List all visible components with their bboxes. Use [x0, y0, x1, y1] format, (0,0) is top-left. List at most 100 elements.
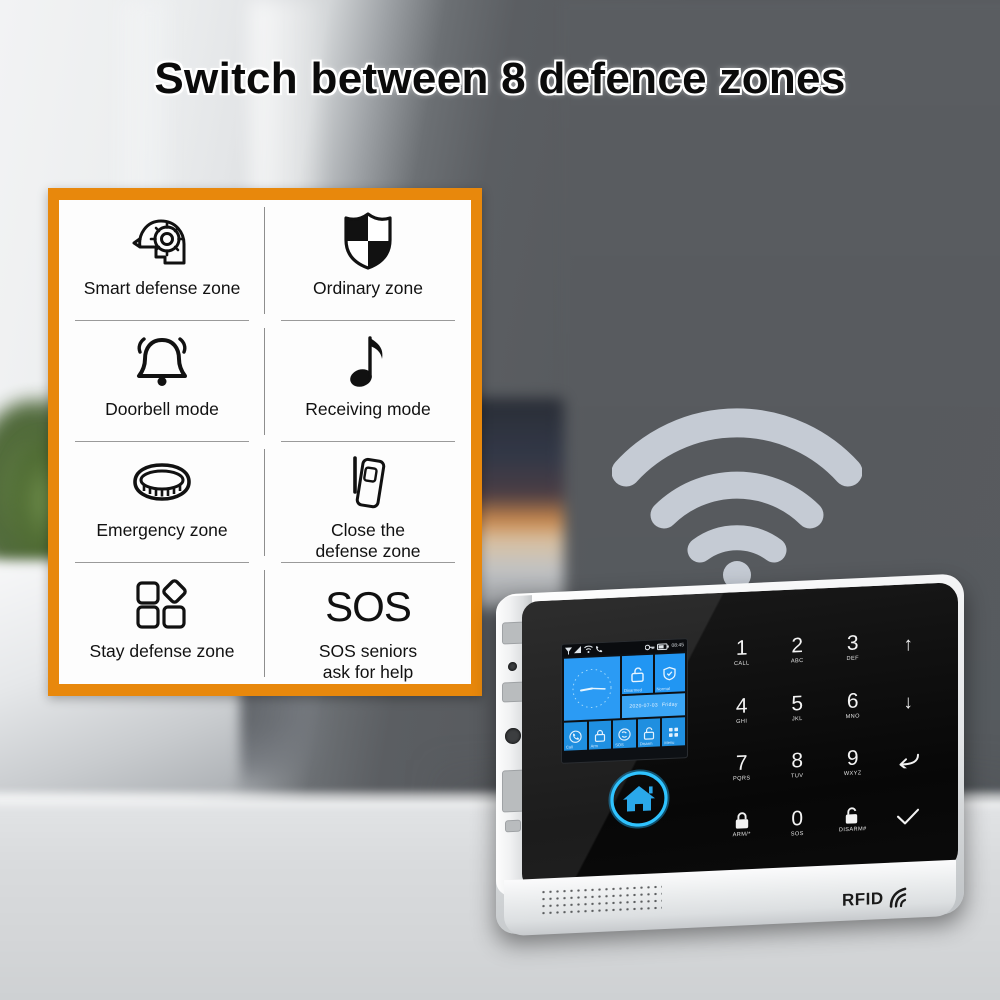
lcd-weekday: Friday [661, 701, 678, 709]
home-button[interactable] [604, 764, 674, 833]
key-number: 2 [791, 634, 804, 658]
feature-label: Ordinary zone [313, 278, 423, 298]
key-number: 0 [791, 806, 804, 831]
arrow-up-icon: ↑ [903, 634, 914, 656]
feature-cell-stay-defense-zone[interactable]: Stay defense zone [59, 563, 265, 684]
key-confirm[interactable] [881, 787, 937, 847]
ringing-bell-icon [132, 331, 192, 393]
phone-icon [569, 730, 582, 743]
lcd-tile-normal[interactable]: Normal [654, 653, 685, 693]
lcd-button-call[interactable]: Call [564, 721, 587, 751]
key-icon [645, 644, 655, 650]
key-9[interactable]: 9 WXYZ [825, 732, 881, 792]
lcd-button-disarm[interactable]: Disarm [637, 718, 661, 748]
arrow-down-icon: ↓ [903, 691, 914, 714]
key-arm[interactable]: ARM/* [714, 795, 770, 855]
feature-cell-sos-seniors[interactable]: SOS SOS seniors ask for help [265, 563, 471, 684]
shield-icon [342, 210, 394, 272]
lcd-screen[interactable]: 08:45 Disarmed Normal 2020-07-03 Friday … [562, 639, 687, 763]
key-back[interactable] [881, 730, 937, 790]
key-5[interactable]: 5 JKL [770, 678, 826, 738]
feature-cell-emergency-zone[interactable]: Emergency zone [59, 442, 265, 563]
key-8[interactable]: 8 TUV [770, 735, 826, 795]
lcd-button-label: Menu [664, 739, 675, 746]
key-sublabel: GHI [736, 718, 748, 725]
rfid-label: RFID [842, 888, 884, 910]
feature-cell-ordinary-zone[interactable]: Ordinary zone [265, 200, 471, 321]
key-sublabel: PQRS [733, 775, 751, 783]
lock-closed-icon [735, 812, 748, 829]
key-sublabel: WXYZ [843, 770, 862, 778]
remote-control-icon [346, 452, 390, 514]
rfid-area[interactable]: RFID [842, 877, 962, 918]
key-sublabel: ARM/* [732, 831, 751, 839]
side-switch[interactable] [505, 819, 521, 833]
wifi-signal-icon [611, 400, 863, 590]
menu-grid-icon [669, 727, 679, 737]
lcd-clock-tile[interactable] [564, 656, 620, 721]
bars-icon [574, 645, 581, 654]
lcd-date-tile[interactable]: 2020-07-03 Friday [622, 693, 685, 719]
analog-clock-icon [572, 668, 612, 708]
home-icon [608, 769, 670, 829]
key-sublabel: DISARM# [838, 826, 867, 834]
lcd-button-arm[interactable]: Arm [588, 720, 612, 750]
rfid-waves-icon [889, 887, 906, 908]
feature-label: Receiving mode [305, 399, 431, 419]
phone-icon [595, 646, 603, 653]
lcd-button-menu[interactable]: Menu [662, 717, 685, 747]
key-7[interactable]: 7 PQRS [714, 738, 770, 798]
sos-text-icon: SOS [325, 573, 412, 635]
speaker-grill [540, 883, 662, 917]
key-1[interactable]: 1 CALL [714, 623, 770, 683]
key-disarm[interactable]: DISARM# [825, 790, 881, 850]
lcd-tile-disarmed[interactable]: Disarmed [622, 654, 653, 695]
back-arrow-icon [899, 753, 920, 769]
key-sublabel: JKL [791, 715, 803, 723]
key-number: 6 [846, 689, 859, 713]
feature-grid: Smart defense zone Ordinary zone Doorbel… [59, 200, 471, 684]
page-title: Switch between 8 defence zones [154, 54, 846, 103]
lock-open-icon [631, 666, 644, 682]
key-down[interactable]: ↓ [881, 672, 937, 732]
lcd-date: 2020-07-03 [629, 702, 658, 710]
feature-cell-close-defense-zone[interactable]: Close the defense zone [265, 442, 471, 563]
key-number: 5 [791, 691, 804, 716]
keypad[interactable]: 1 CALL 2 ABC 3 DEF ↑ 4 GHI 5 JKL 6 MNO ↓… [714, 615, 936, 855]
lock-open-icon [846, 807, 858, 824]
smoke-detector-icon [131, 452, 193, 514]
feature-cell-receiving-mode[interactable]: Receiving mode [265, 321, 471, 442]
key-3[interactable]: 3 DEF [825, 617, 881, 677]
key-sublabel: TUV [791, 773, 804, 780]
feature-card: Smart defense zone Ordinary zone Doorbel… [48, 188, 482, 696]
key-6[interactable]: 6 MNO [825, 675, 881, 735]
lcd-button-label: SOS [615, 742, 624, 748]
sos-big-text: SOS [325, 583, 412, 630]
feature-label: SOS seniors ask for help [318, 641, 418, 682]
lcd-tile-label: Disarmed [624, 687, 642, 694]
key-sublabel: SOS [790, 830, 804, 838]
feature-cell-doorbell-mode[interactable]: Doorbell mode [59, 321, 265, 442]
key-sublabel: ABC [790, 658, 804, 665]
head-gear-icon [132, 210, 192, 272]
key-0[interactable]: 0 SOS [770, 793, 826, 853]
key-4[interactable]: 4 GHI [714, 680, 770, 740]
screenshot-stage: Switch between 8 defence zones Smart def… [0, 0, 1000, 1000]
key-sublabel: CALL [733, 660, 750, 668]
key-up[interactable]: ↑ [881, 615, 937, 675]
feature-cell-smart-defense-zone[interactable]: Smart defense zone [59, 200, 265, 321]
key-number: 8 [791, 749, 804, 773]
key-number: 7 [735, 751, 748, 776]
key-sublabel: MNO [845, 713, 860, 720]
key-sublabel: DEF [846, 655, 859, 663]
key-number: 9 [846, 746, 859, 771]
wifi-icon [584, 645, 593, 654]
lcd-button-sos[interactable]: SOS [613, 719, 636, 749]
lcd-time: 08:45 [671, 642, 684, 649]
sos-icon [618, 727, 631, 741]
feature-label: Emergency zone [96, 520, 228, 540]
feature-label: Close the defense zone [315, 520, 421, 561]
key-2[interactable]: 2 ABC [770, 620, 826, 680]
key-number: 4 [735, 694, 748, 718]
lcd-tile-grid: Disarmed Normal 2020-07-03 Friday Call A… [562, 651, 687, 753]
